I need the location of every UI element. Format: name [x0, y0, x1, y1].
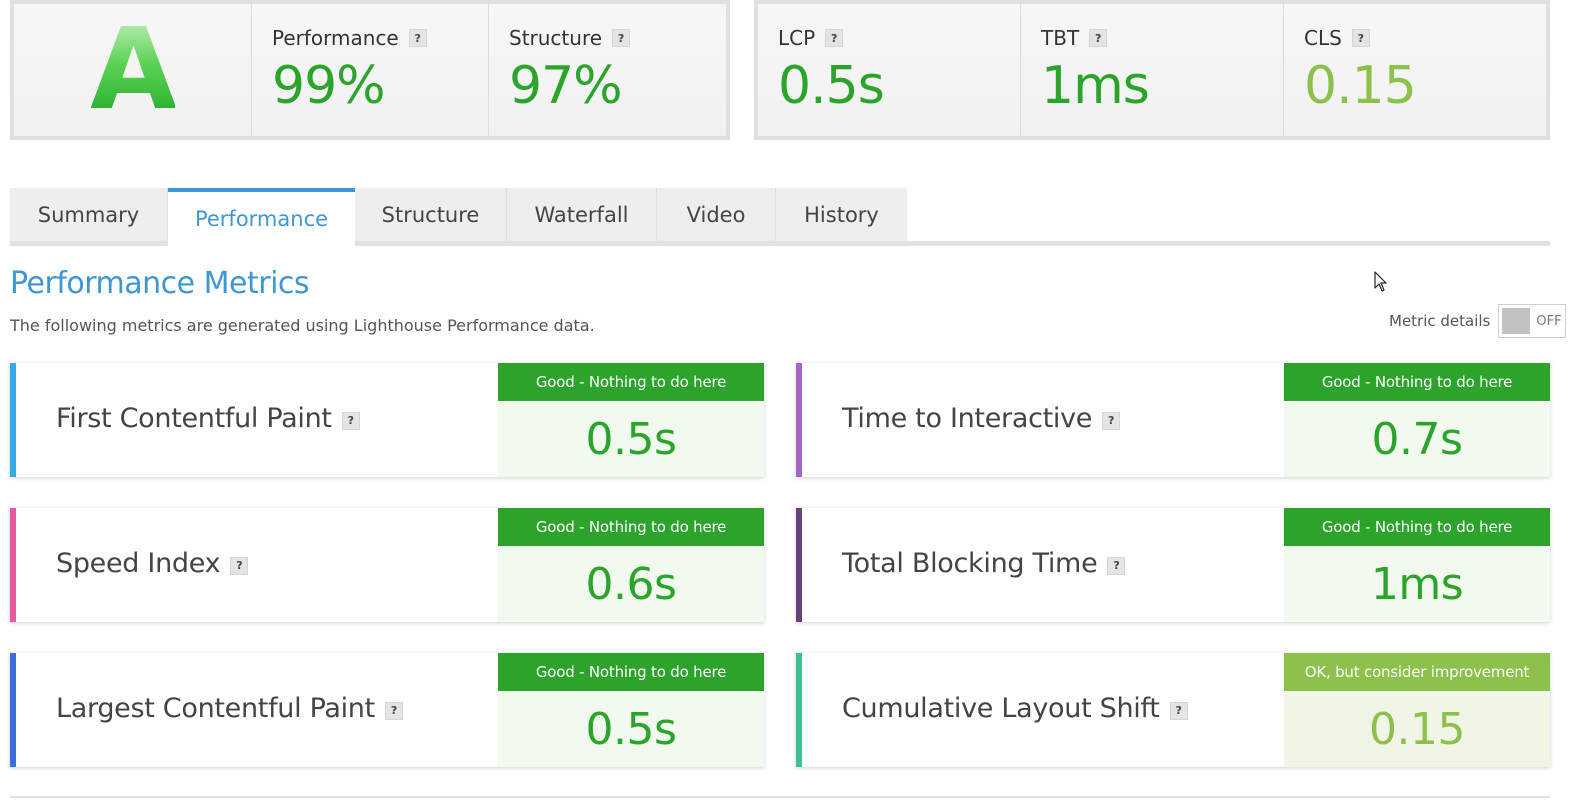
score-performance: Performance ? 99% — [251, 4, 488, 136]
grade-panel: A Performance ? 99% Structure ? 97% — [10, 0, 730, 140]
grade-letter: A — [90, 5, 177, 135]
help-icon[interactable]: ? — [1351, 29, 1370, 47]
toggle-state: OFF — [1536, 313, 1562, 329]
tab-video[interactable]: Video — [657, 188, 776, 241]
tab-history[interactable]: History — [776, 188, 907, 241]
tab-waterfall[interactable]: Waterfall — [507, 188, 657, 241]
vital-label: CLS — [1304, 26, 1342, 50]
metric-name-row: Cumulative Layout Shift? — [842, 693, 1188, 724]
tab-structure[interactable]: Structure — [355, 188, 507, 241]
metric-name: First Contentful Paint — [56, 403, 332, 434]
help-icon[interactable]: ? — [825, 29, 844, 47]
help-icon[interactable]: ? — [230, 556, 249, 575]
metric-card: Cumulative Layout Shift? OK, but consider… — [796, 653, 1550, 767]
metric-status-label: Good - Nothing to do here — [498, 508, 764, 546]
grade-cell: A — [14, 4, 251, 136]
metric-value: 1ms — [1370, 558, 1464, 610]
metric-details-label: Metric details — [1389, 312, 1491, 330]
metric-status-label: Good - Nothing to do here — [498, 363, 764, 401]
vital-value: 1ms — [1041, 56, 1150, 116]
vital-cls: CLS ? 0.15 — [1283, 4, 1546, 136]
metric-status-label: OK, but consider improvement — [1284, 653, 1550, 691]
help-icon[interactable]: ? — [1169, 701, 1188, 720]
metric-name-row: Total Blocking Time? — [842, 548, 1126, 579]
section-description: The following metrics are generated usin… — [10, 316, 595, 335]
metric-status-panel: Good - Nothing to do here 1ms — [1284, 508, 1550, 622]
web-vitals-panel: LCP ? 0.5s TBT ? 1ms CLS ? 0.15 — [754, 0, 1550, 140]
help-icon[interactable]: ? — [612, 29, 631, 47]
metric-value: 0.5s — [585, 413, 677, 465]
metric-name-row: Speed Index? — [56, 548, 249, 579]
tab-summary[interactable]: Summary — [10, 188, 168, 241]
score-label: Structure — [509, 26, 603, 50]
metric-name-row: Time to Interactive? — [842, 403, 1121, 434]
metric-name-row: First Contentful Paint? — [56, 403, 360, 434]
report-tabs: Summary Performance Structure Waterfall … — [10, 188, 1550, 246]
metric-value: 0.6s — [585, 558, 677, 610]
vital-label: LCP — [778, 26, 816, 50]
vital-tbt: TBT ? 1ms — [1020, 4, 1283, 136]
metric-card: Total Blocking Time? Good - Nothing to do… — [796, 508, 1550, 622]
metric-status-panel: Good - Nothing to do here 0.7s — [1284, 363, 1550, 477]
metric-status-label: Good - Nothing to do here — [498, 653, 764, 691]
vital-label: TBT — [1041, 26, 1080, 50]
metric-name: Largest Contentful Paint — [56, 693, 375, 724]
mouse-cursor-icon — [1374, 271, 1387, 292]
metric-status-panel: Good - Nothing to do here 0.5s — [498, 363, 764, 477]
section-title: Performance Metrics — [10, 266, 310, 301]
metric-name: Time to Interactive — [842, 403, 1093, 434]
score-value: 97% — [509, 56, 623, 116]
metric-card: Largest Contentful Paint? Good - Nothing … — [10, 653, 764, 767]
divider — [10, 796, 1550, 798]
metric-details-toggle[interactable]: OFF — [1498, 304, 1567, 338]
score-value: 99% — [272, 56, 386, 116]
help-icon[interactable]: ? — [341, 411, 360, 430]
metric-name: Speed Index — [56, 548, 221, 579]
metric-card: Speed Index? Good - Nothing to do here 0.6… — [10, 508, 764, 622]
vital-value: 0.15 — [1304, 56, 1417, 116]
score-label: Performance — [272, 26, 399, 50]
metric-value: 0.15 — [1369, 703, 1465, 755]
metric-name: Total Blocking Time — [842, 548, 1098, 579]
metric-status-label: Good - Nothing to do here — [1284, 363, 1550, 401]
metric-card: First Contentful Paint? Good - Nothing to… — [10, 363, 764, 477]
help-icon[interactable]: ? — [384, 701, 403, 720]
vital-value: 0.5s — [778, 56, 885, 116]
vital-lcp: LCP ? 0.5s — [758, 4, 1020, 136]
metric-status-label: Good - Nothing to do here — [1284, 508, 1550, 546]
toggle-knob — [1502, 308, 1531, 334]
help-icon[interactable]: ? — [1107, 556, 1126, 575]
metric-value: 0.5s — [585, 703, 677, 755]
help-icon[interactable]: ? — [1089, 29, 1108, 47]
metric-name: Cumulative Layout Shift — [842, 693, 1160, 724]
metric-status-panel: Good - Nothing to do here 0.5s — [498, 653, 764, 767]
metric-status-panel: OK, but consider improvement 0.15 — [1284, 653, 1550, 767]
tab-performance[interactable]: Performance — [168, 188, 355, 246]
metric-status-panel: Good - Nothing to do here 0.6s — [498, 508, 764, 622]
metric-details-control: Metric details OFF — [1389, 304, 1567, 338]
score-structure: Structure ? 97% — [488, 4, 726, 136]
metric-name-row: Largest Contentful Paint? — [56, 693, 403, 724]
help-icon[interactable]: ? — [1102, 411, 1121, 430]
help-icon[interactable]: ? — [408, 29, 427, 47]
metric-card: Time to Interactive? Good - Nothing to do… — [796, 363, 1550, 477]
metric-value: 0.7s — [1371, 413, 1463, 465]
